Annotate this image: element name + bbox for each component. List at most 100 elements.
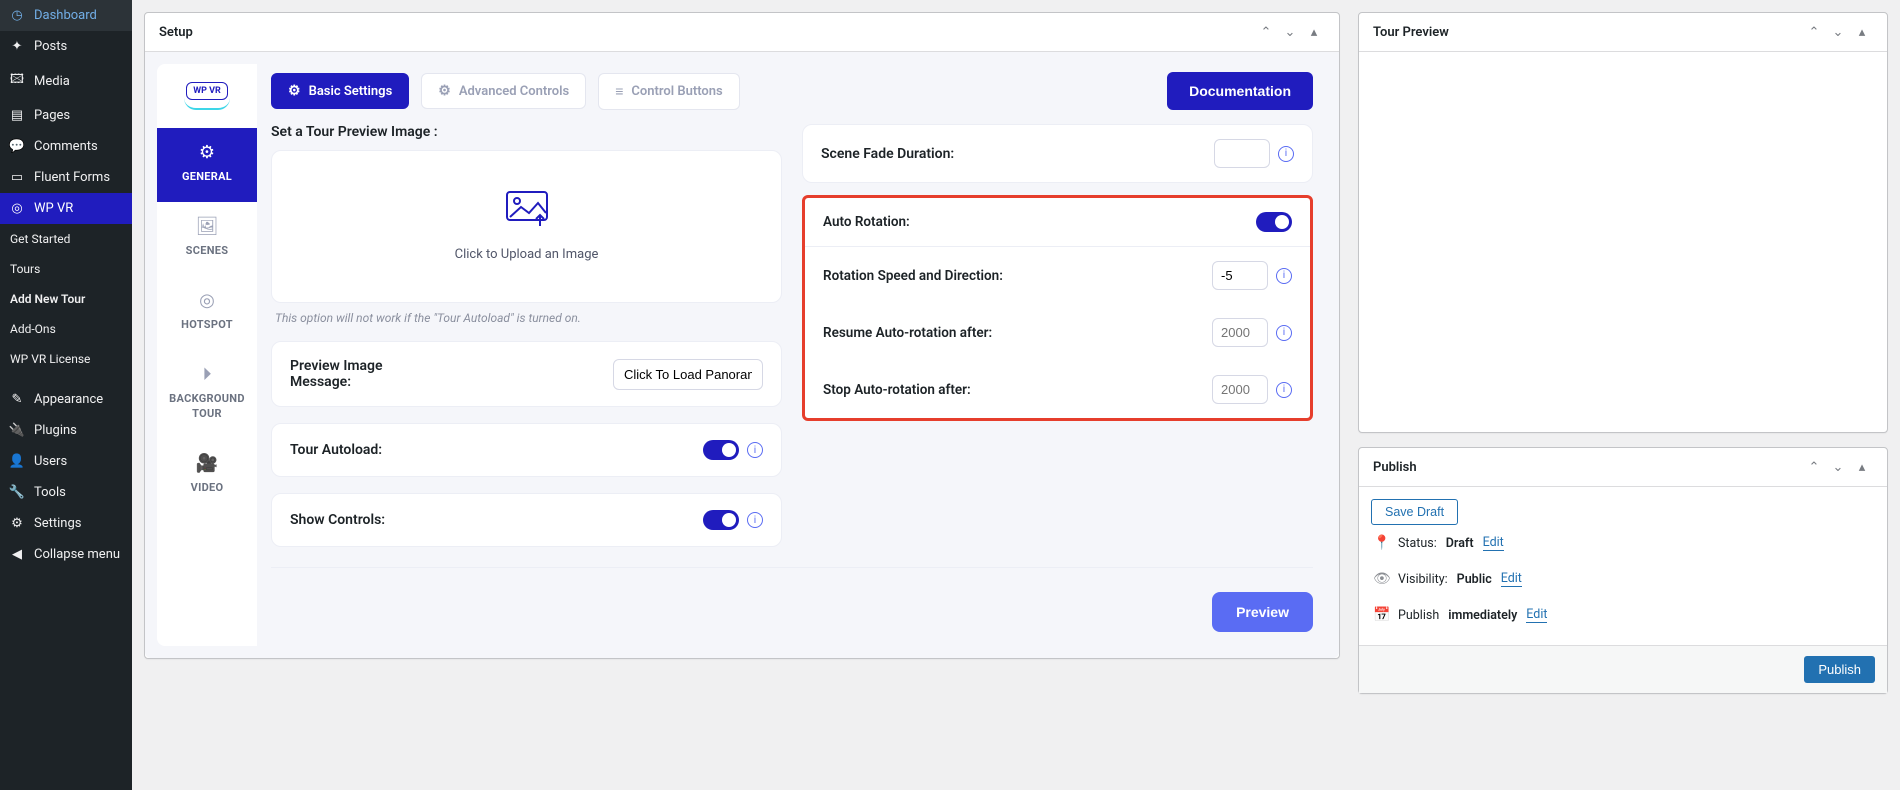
scene-fade-input[interactable] [1214,139,1270,168]
tab-scenes[interactable]: 🖼 SCENES [157,202,257,276]
tab-video[interactable]: 🎥 VIDEO [157,439,257,513]
status-value: Draft [1446,536,1474,551]
upload-note: This option will not work if the "Tour A… [271,303,782,325]
picture-icon: 🖼 [161,216,253,237]
sidebar-item-label: Tools [34,485,66,500]
upload-preview-image[interactable]: Click to Upload an Image [271,150,782,303]
help-icon[interactable]: i [747,442,763,458]
status-edit-link[interactable]: Edit [1483,535,1504,551]
publish-button[interactable]: Publish [1804,656,1875,683]
sidebar-item-appearance[interactable]: ✎Appearance [0,384,132,415]
basic-settings-button[interactable]: ⚙ Basic Settings [271,73,409,109]
panel-move-up-icon[interactable]: ⌃ [1803,456,1825,478]
stop-rotation-input[interactable] [1212,375,1268,404]
show-controls-toggle[interactable] [703,510,739,530]
help-icon[interactable]: i [1276,268,1292,284]
gear-icon: ⚙ [288,83,301,99]
equalizer-icon: ≡ [615,83,623,100]
sidebar-item-posts[interactable]: ✦Posts [0,31,132,62]
visibility-value: Public [1457,572,1492,587]
upload-image-icon [282,191,771,235]
video-icon: ⏵ [161,364,253,385]
panel-toggle-icon[interactable]: ▴ [1851,456,1873,478]
sidebar-item-label: Get Started [10,232,70,246]
button-label: Basic Settings [309,84,393,99]
collapse-icon: ◀ [8,547,26,562]
auto-rotation-toggle[interactable] [1256,212,1292,232]
wp-admin-sidebar: ◷Dashboard ✦Posts 🖾Media ▤Pages 💬Comment… [0,0,132,790]
preview-button[interactable]: Preview [1212,592,1313,632]
sidebar-item-get-started[interactable]: Get Started [0,224,132,254]
auto-rotation-label: Auto Rotation: [823,214,910,230]
sidebar-item-dashboard[interactable]: ◷Dashboard [0,0,132,31]
tour-preview-title: Tour Preview [1373,25,1449,40]
sidebar-item-label: Posts [34,39,67,54]
save-draft-button[interactable]: Save Draft [1371,499,1458,525]
wpvr-tabs: WP VR ⚙ GENERAL 🖼 SCENES [157,64,257,646]
sidebar-item-label: Add-Ons [10,322,56,336]
publish-label: Publish [1398,608,1439,623]
preview-image-title: Set a Tour Preview Image : [271,124,782,150]
panel-move-up-icon[interactable]: ⌃ [1255,21,1277,43]
sidebar-item-label: Add New Tour [10,292,85,306]
documentation-button[interactable]: Documentation [1167,72,1313,110]
tab-label: SCENES [186,244,229,257]
sidebar-item-fluent-forms[interactable]: ▭ Fluent Forms [0,162,132,193]
sidebar-item-pages[interactable]: ▤Pages [0,100,132,131]
sidebar-item-plugins[interactable]: 🔌Plugins [0,415,132,446]
sidebar-item-add-ons[interactable]: Add-Ons [0,314,132,344]
calendar-icon: 📅 [1373,607,1389,623]
help-icon[interactable]: i [1276,325,1292,341]
sidebar-item-settings[interactable]: ⚙Settings [0,508,132,539]
tab-background-tour[interactable]: ⏵ BACKGROUND TOUR [157,350,257,439]
media-icon: 🖾 [8,70,26,92]
tab-hotspot[interactable]: ◎ HOTSPOT [157,276,257,350]
tour-autoload-toggle[interactable] [703,440,739,460]
panel-move-down-icon[interactable]: ⌄ [1279,21,1301,43]
resume-rotation-input[interactable] [1212,318,1268,347]
pages-icon: ▤ [8,108,26,123]
panel-move-down-icon[interactable]: ⌄ [1827,456,1849,478]
sidebar-item-label: Fluent Forms [34,170,110,185]
sidebar-item-collapse[interactable]: ◀Collapse menu [0,539,132,570]
resume-rotation-label: Resume Auto-rotation after: [823,325,992,341]
preview-message-input[interactable] [613,359,763,390]
sidebar-item-tools[interactable]: 🔧 Tools [0,477,132,508]
auto-rotation-highlight-box: Auto Rotation: Rotation Speed and Direct… [802,195,1313,421]
visibility-edit-link[interactable]: Edit [1501,571,1522,587]
sidebar-item-tours[interactable]: Tours [0,254,132,284]
forms-icon: ▭ [8,170,26,185]
sidebar-item-media[interactable]: 🖾Media [0,62,132,100]
tour-autoload-label: Tour Autoload: [290,442,382,458]
wpvr-logo: WP VR [157,64,257,128]
sidebar-item-label: Appearance [34,392,103,407]
wpvr-submenu: Get Started Tours Add New Tour Add-Ons W… [0,224,132,374]
sidebar-item-label: Plugins [34,423,77,438]
panel-toggle-icon[interactable]: ▴ [1851,21,1873,43]
sidebar-item-label: WP VR License [10,352,90,366]
tab-general[interactable]: ⚙ GENERAL [157,128,257,202]
eye-icon: 👁 [1373,571,1389,587]
panel-toggle-icon[interactable]: ▴ [1303,21,1325,43]
rotation-speed-input[interactable] [1212,261,1268,290]
sidebar-item-wpvr[interactable]: ◎WP VR [0,193,132,224]
stop-rotation-label: Stop Auto-rotation after: [823,382,971,398]
sidebar-item-add-new-tour[interactable]: Add New Tour [0,284,132,314]
help-icon[interactable]: i [1276,382,1292,398]
panel-move-up-icon[interactable]: ⌃ [1803,21,1825,43]
tools-icon: 🔧 [8,485,26,500]
tab-label: GENERAL [182,170,232,183]
sidebar-item-wpvr-license[interactable]: WP VR License [0,344,132,374]
tour-preview-postbox: Tour Preview ⌃ ⌄ ▴ [1358,12,1888,433]
advanced-controls-button[interactable]: ⚙Advanced Controls [421,73,586,109]
sidebar-item-users[interactable]: 👤Users [0,446,132,477]
camera-icon: 🎥 [161,453,253,474]
sidebar-item-comments[interactable]: 💬Comments [0,131,132,162]
control-buttons-button[interactable]: ≡Control Buttons [598,73,740,110]
setup-postbox: Setup ⌃ ⌄ ▴ WP VR [144,12,1340,659]
help-icon[interactable]: i [747,512,763,528]
panel-move-down-icon[interactable]: ⌄ [1827,21,1849,43]
visibility-label: Visibility: [1398,572,1448,587]
publish-edit-link[interactable]: Edit [1526,607,1547,623]
help-icon[interactable]: i [1278,146,1294,162]
